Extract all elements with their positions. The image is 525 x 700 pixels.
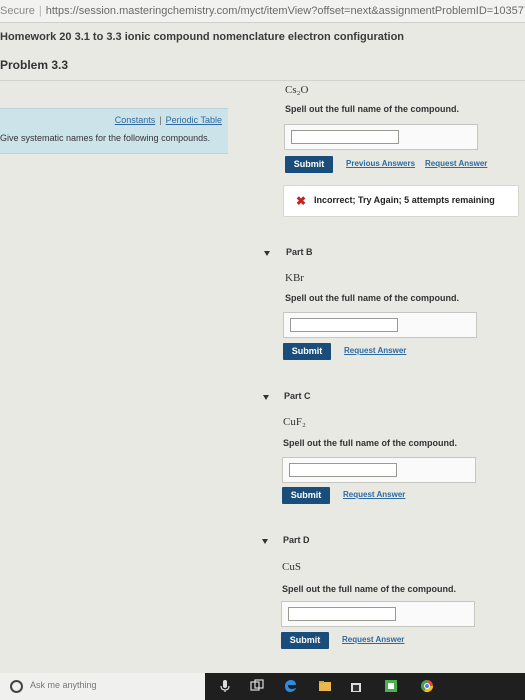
part-b-submit-button[interactable]: Submit (283, 343, 331, 360)
address-bar[interactable]: Secure | https://session.masteringchemistr… (0, 0, 525, 23)
part-c-prompt: Spell out the full name of the compound. (283, 438, 457, 448)
part-a-submit-button[interactable]: Submit (285, 156, 333, 173)
secure-label: Secure (0, 5, 35, 17)
part-c-answer-input[interactable] (289, 463, 397, 477)
problem-title: Problem 3.3 (0, 58, 69, 72)
part-a-answer-box (284, 124, 478, 150)
part-b-request-answer-link[interactable]: Request Answer (344, 346, 406, 355)
part-a-formula: Cs₂O (285, 84, 309, 96)
part-d-formula: CuS (282, 561, 301, 573)
store-icon[interactable] (349, 679, 363, 693)
assignment-title: Homework 20 3.1 to 3.3 ionic compound no… (0, 31, 405, 43)
part-d-prompt: Spell out the full name of the compound. (282, 584, 456, 594)
part-b-answer-box (283, 312, 477, 338)
part-d-submit-button[interactable]: Submit (281, 632, 329, 649)
instructions-text: Give systematic names for the following … (0, 133, 211, 143)
resources-panel: Constants | Periodic Table Give systematic… (0, 108, 228, 154)
part-d-answer-box (281, 601, 475, 627)
url-text[interactable]: https://session.masteringchemistry.com/m… (46, 5, 525, 17)
taskbar: Ask me anything (0, 673, 525, 700)
edge-icon[interactable] (284, 679, 298, 693)
part-b-formula: KBr (285, 272, 304, 284)
part-c-formula: CuF₂ (283, 416, 306, 428)
part-b-answer-input[interactable] (290, 318, 398, 332)
link-separator: | (159, 115, 162, 125)
constants-link[interactable]: Constants (115, 115, 156, 125)
microphone-icon[interactable] (218, 679, 232, 693)
part-d-request-answer-link[interactable]: Request Answer (342, 635, 404, 644)
part-a-request-answer-link[interactable]: Request Answer (425, 159, 487, 168)
part-a-prompt: Spell out the full name of the compound. (285, 104, 459, 114)
part-d-collapse-icon[interactable] (262, 539, 268, 544)
part-b-heading[interactable]: Part B (286, 247, 313, 257)
incorrect-x-icon: ✖ (296, 194, 307, 208)
part-c-collapse-icon[interactable] (263, 395, 269, 400)
part-c-submit-button[interactable]: Submit (282, 487, 330, 504)
resource-links: Constants | Periodic Table (115, 115, 222, 125)
task-view-icon[interactable] (250, 679, 264, 693)
cortana-icon[interactable] (10, 680, 23, 693)
part-d-answer-input[interactable] (288, 607, 396, 621)
part-a-answer-input[interactable] (291, 130, 399, 144)
part-c-answer-box (282, 457, 476, 483)
app-icon[interactable] (384, 679, 398, 693)
incorrect-feedback: ✖ Incorrect; Try Again; 5 attempts remai… (283, 185, 519, 217)
part-b-collapse-icon[interactable] (264, 251, 270, 256)
file-explorer-icon[interactable] (318, 679, 332, 693)
chrome-icon[interactable] (420, 679, 434, 693)
periodic-table-link[interactable]: Periodic Table (166, 115, 222, 125)
part-b-prompt: Spell out the full name of the compound. (285, 293, 459, 303)
feedback-message: Incorrect; Try Again; 5 attempts remaini… (314, 195, 495, 205)
previous-answers-link[interactable]: Previous Answers (346, 159, 415, 168)
taskbar-search-placeholder[interactable]: Ask me anything (30, 680, 97, 690)
part-c-heading[interactable]: Part C (284, 391, 311, 401)
part-c-request-answer-link[interactable]: Request Answer (343, 490, 405, 499)
divider (0, 80, 525, 81)
taskbar-search[interactable]: Ask me anything (0, 673, 205, 700)
part-d-heading[interactable]: Part D (283, 535, 310, 545)
